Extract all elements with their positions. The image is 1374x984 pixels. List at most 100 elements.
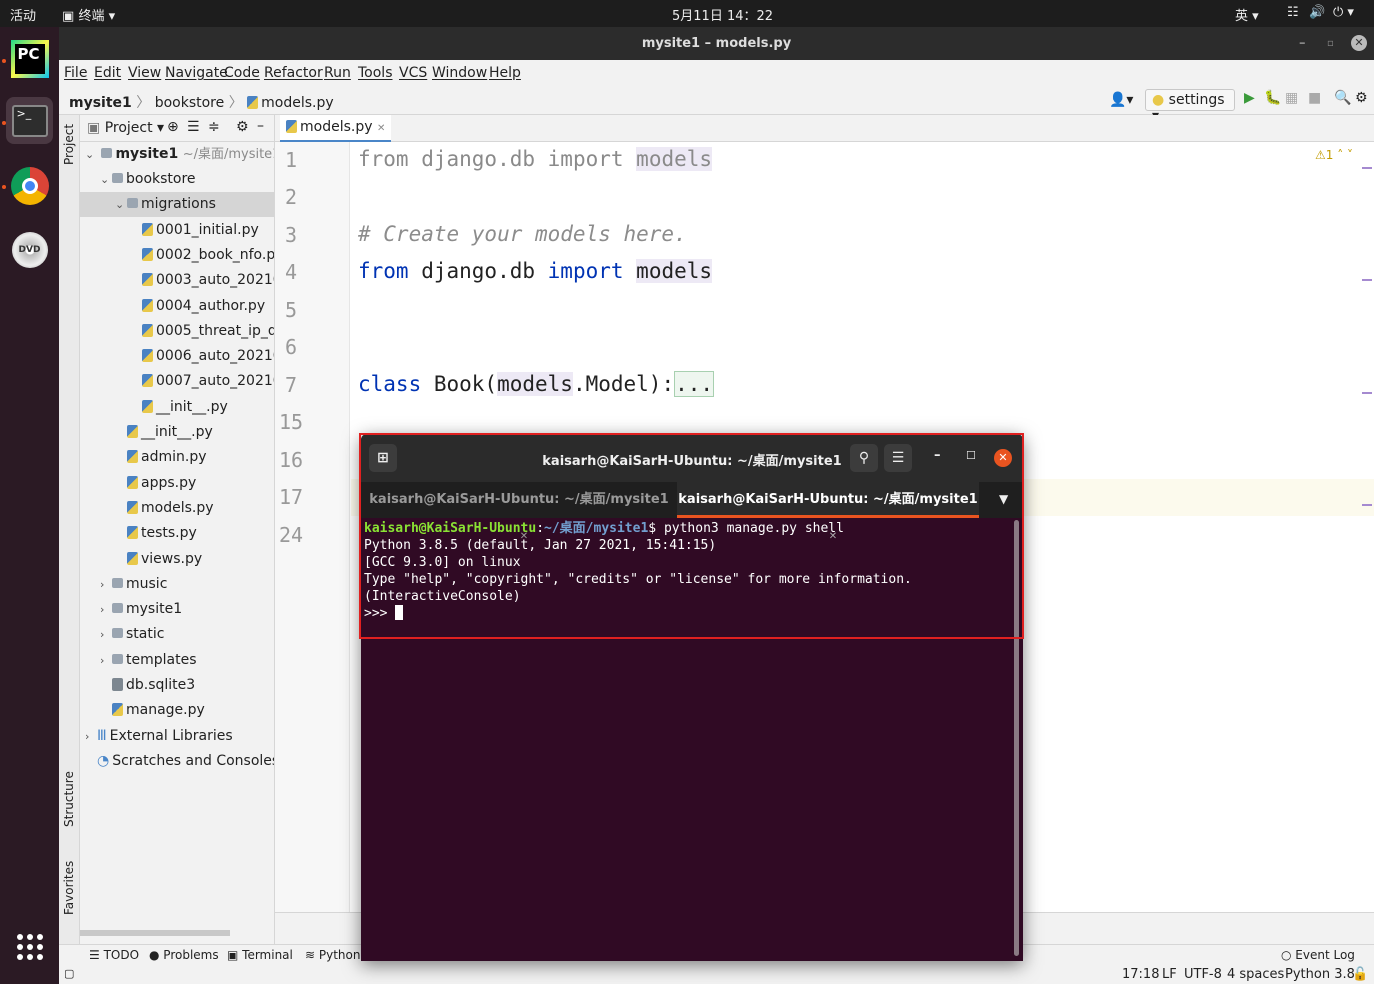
- tree-item[interactable]: ⌄ bookstore: [80, 167, 274, 192]
- tree-item[interactable]: apps.py: [80, 471, 274, 496]
- tree-item[interactable]: 0002_book_nfo.py: [80, 243, 274, 268]
- python-interpreter[interactable]: Python 3.8: [1285, 967, 1355, 982]
- close-button[interactable]: ✕: [1351, 35, 1367, 51]
- locate-icon[interactable]: ⊕: [167, 119, 179, 135]
- navigation-bar: mysite1 〉 bookstore 〉 models.py 👤▾ ● set…: [59, 87, 1374, 124]
- tree-item[interactable]: › templates: [80, 648, 274, 673]
- tree-item[interactable]: __init__.py: [80, 420, 274, 445]
- coverage-icon[interactable]: ▦: [1285, 90, 1298, 106]
- menu-help[interactable]: Help: [489, 65, 521, 81]
- folded-code-region[interactable]: ...: [674, 371, 715, 397]
- close-tab-icon[interactable]: ✕: [377, 123, 385, 134]
- structure-tool-tab[interactable]: Structure: [62, 771, 76, 827]
- menu-window[interactable]: Window: [432, 65, 487, 81]
- caret-position[interactable]: 17:18: [1122, 967, 1159, 982]
- menu-tools[interactable]: Tools: [358, 65, 393, 81]
- indent-setting[interactable]: 4 spaces: [1227, 967, 1284, 982]
- dvd-launcher[interactable]: DVD: [6, 226, 53, 273]
- pycharm-launcher[interactable]: PC: [6, 35, 53, 82]
- search-icon[interactable]: 🔍: [1334, 90, 1351, 106]
- tree-item[interactable]: tests.py: [80, 521, 274, 546]
- line-separator[interactable]: LF: [1162, 967, 1177, 982]
- collapse-all-icon[interactable]: ≑: [208, 119, 220, 135]
- debug-icon[interactable]: 🐛: [1264, 90, 1281, 106]
- menu-code[interactable]: Code: [224, 65, 260, 81]
- menu-view[interactable]: View: [128, 65, 161, 81]
- clock[interactable]: 5月11日 14：22: [672, 5, 773, 24]
- tree-item[interactable]: admin.py: [80, 445, 274, 470]
- tree-item-label: tests.py: [141, 525, 197, 542]
- tree-item[interactable]: 0004_author.py: [80, 294, 274, 319]
- stop-icon[interactable]: ■: [1308, 90, 1321, 106]
- menu-navigate[interactable]: Navigate: [165, 65, 228, 81]
- lock-icon[interactable]: 🔓: [1352, 967, 1368, 982]
- maximize-button[interactable]: ▫: [1327, 27, 1334, 60]
- todo-tool-button[interactable]: ☰ TODO: [89, 948, 139, 962]
- minimize-button[interactable]: –: [1299, 27, 1306, 60]
- tree-item[interactable]: __init__.py: [80, 395, 274, 420]
- menu-run[interactable]: Run: [324, 65, 351, 81]
- problems-tool-button[interactable]: ● Problems: [149, 948, 219, 962]
- settings-gear-icon[interactable]: ⚙: [1355, 90, 1368, 106]
- app-menu[interactable]: ▣ 终端 ▾: [62, 5, 115, 24]
- project-tool-tab[interactable]: Project: [62, 124, 76, 165]
- activities-button[interactable]: 活动: [10, 5, 36, 24]
- terminal-launcher[interactable]: >_: [6, 97, 53, 144]
- code-line-7[interactable]: class Book(models.Model):...: [358, 371, 715, 397]
- inspection-warning[interactable]: ⚠1 ˄ ˅: [1315, 148, 1353, 162]
- breadcrumb-file[interactable]: models.py: [261, 95, 334, 111]
- expand-all-icon[interactable]: ☰: [187, 119, 200, 135]
- event-log-tool-button[interactable]: ○ Event Log: [1281, 948, 1355, 962]
- power-icon[interactable]: ⏻ ▾: [1333, 5, 1354, 20]
- python-file-icon: [127, 526, 138, 540]
- chrome-launcher[interactable]: [6, 162, 53, 209]
- menu-refactor[interactable]: Refactor: [264, 65, 323, 81]
- run-icon[interactable]: ▶: [1244, 90, 1255, 106]
- tree-item[interactable]: 0005_threat_ip_db.p: [80, 319, 274, 344]
- favorites-tool-tab[interactable]: Favorites: [62, 861, 76, 915]
- user-icon[interactable]: 👤▾: [1109, 92, 1133, 108]
- highlight-box: [359, 433, 1024, 639]
- show-applications-button[interactable]: [6, 923, 53, 970]
- code-line-3[interactable]: # Create your models here.: [358, 222, 687, 246]
- editor-tab-models[interactable]: models.py ✕: [280, 115, 392, 142]
- horizontal-scrollbar[interactable]: [80, 930, 230, 936]
- tree-root[interactable]: ⌄ mysite1 ~/桌面/mysite1: [80, 142, 274, 167]
- code-line-1[interactable]: from django.db import models: [358, 147, 713, 171]
- terminal-icon: >_: [11, 104, 48, 137]
- tree-item[interactable]: 0006_auto_20210511: [80, 344, 274, 369]
- panel-settings-icon[interactable]: ⚙: [236, 119, 249, 135]
- menu-edit[interactable]: Edit: [94, 65, 121, 81]
- code-line-4[interactable]: from django.db import models: [358, 259, 713, 283]
- tree-item[interactable]: manage.py: [80, 698, 274, 723]
- tree-item[interactable]: 0003_auto_20210511: [80, 268, 274, 293]
- run-config-selector[interactable]: ● settings ▾: [1145, 89, 1235, 124]
- tree-item[interactable]: 0007_auto_20210511: [80, 369, 274, 394]
- tree-item[interactable]: 0001_initial.py: [80, 218, 274, 243]
- volume-icon[interactable]: 🔊: [1309, 5, 1325, 20]
- tree-item[interactable]: › static: [80, 622, 274, 647]
- pycharm-icon: PC: [10, 39, 49, 78]
- tree-item[interactable]: › music: [80, 572, 274, 597]
- tree-item-label: migrations: [141, 196, 216, 213]
- tree-item[interactable]: ◔ Scratches and Consoles: [80, 749, 274, 774]
- tree-item[interactable]: models.py: [80, 496, 274, 521]
- breadcrumb-project[interactable]: mysite1: [69, 95, 132, 111]
- input-method-indicator[interactable]: 英 ▾: [1235, 5, 1259, 24]
- tree-item[interactable]: views.py: [80, 547, 274, 572]
- tree-item[interactable]: db.sqlite3: [80, 673, 274, 698]
- network-icon[interactable]: ☷: [1287, 5, 1299, 20]
- menu-vcs[interactable]: VCS: [399, 65, 427, 81]
- terminal-tool-button[interactable]: ▣ Terminal: [227, 948, 293, 962]
- breadcrumb-folder[interactable]: bookstore: [155, 95, 225, 111]
- tree-item[interactable]: › Ⅲ External Libraries: [80, 724, 274, 749]
- tree-item[interactable]: ⌄ migrations: [80, 192, 274, 218]
- running-indicator: [2, 185, 6, 189]
- warning-count: 1: [1325, 148, 1334, 162]
- project-view-selector[interactable]: ▣ Project ▾: [87, 120, 164, 136]
- menu-file[interactable]: File: [64, 65, 87, 81]
- status-toggle-icon[interactable]: ▢: [64, 967, 74, 980]
- file-encoding[interactable]: UTF-8: [1184, 967, 1222, 982]
- hide-panel-icon[interactable]: –: [257, 118, 264, 134]
- tree-item[interactable]: › mysite1: [80, 597, 274, 622]
